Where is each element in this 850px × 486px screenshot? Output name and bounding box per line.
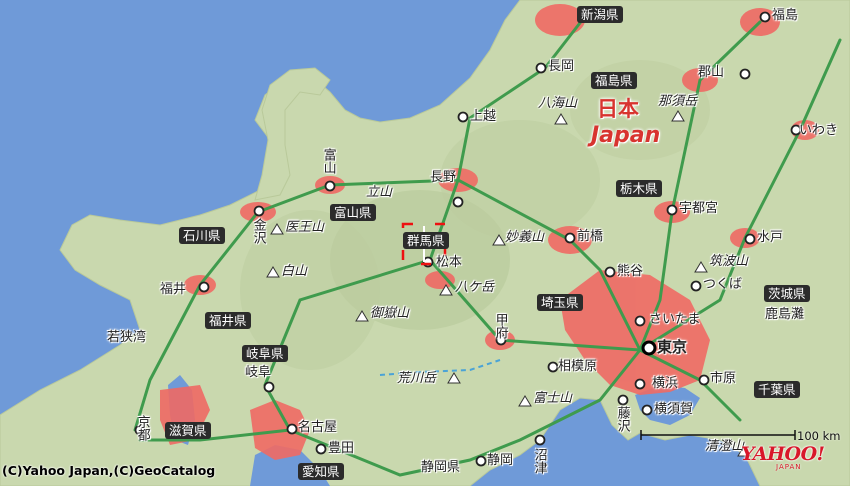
capital-marker (641, 340, 657, 356)
city-label: 豊田 (328, 441, 355, 456)
city-label: さいたま (649, 312, 701, 327)
prefecture-label: 埼玉県 (537, 294, 583, 312)
prefecture-label: 石川県 (179, 227, 225, 245)
city-label: 横浜 (652, 376, 679, 391)
city-label: 郡山 (698, 65, 725, 80)
city-label: 松本 (436, 255, 463, 270)
city-label: 上越 (470, 109, 497, 124)
city-label: つくば (703, 277, 743, 292)
city-label: 岐阜 (245, 365, 272, 380)
city-label: 福井 (160, 282, 187, 297)
peak-label: 医王山 (285, 220, 325, 235)
prefecture-label: 群馬県 (403, 232, 449, 250)
city-label: 相模原 (558, 359, 598, 374)
place-label: いわき (799, 123, 839, 138)
city-label: 甲府 (492, 313, 508, 339)
peak-label: 妙義山 (505, 230, 545, 245)
city-label: 横須賀 (654, 402, 694, 417)
peak-label: 御嶽山 (370, 306, 410, 321)
peak-label: 白山 (281, 264, 308, 279)
city-label: 金沢 (250, 218, 266, 244)
country-label-en: Japan (591, 123, 661, 148)
peak-label: 荒川岳 (397, 371, 437, 386)
city-label: 長野 (430, 170, 457, 185)
prefecture-label: 栃木県 (616, 180, 662, 198)
city-label: 名古屋 (298, 420, 338, 435)
city-label: 富山 (320, 148, 336, 174)
city-label: 長岡 (548, 59, 575, 74)
city-label: 京都 (134, 415, 150, 441)
city-label: 宇都宮 (679, 201, 719, 216)
peak-label: 清澄山 (705, 439, 745, 454)
peak-label: 那須岳 (658, 94, 698, 109)
city-label: 市原 (710, 371, 737, 386)
peak-label: 富士山 (533, 391, 573, 406)
prefecture-label: 千葉県 (754, 381, 800, 399)
yahoo-logo: YAHOO! (741, 443, 825, 465)
peak-label: 八ケ岳 (455, 280, 495, 295)
prefecture-label: 富山県 (330, 204, 376, 222)
peak-label: 八海山 (538, 96, 578, 111)
prefecture-label: 岐阜県 (242, 345, 288, 363)
yahoo-logo-sub: JAPAN (776, 463, 802, 471)
copyright-credit: (C)Yahoo Japan,(C)GeoCatalog (2, 463, 216, 478)
city-label: 静岡 (487, 453, 514, 468)
scale-label: 100 km (797, 429, 841, 443)
city-label: 水戸 (757, 230, 784, 245)
city-label: 熊谷 (617, 264, 644, 279)
prefecture-label: 愛知県 (298, 463, 344, 481)
city-label: 福島 (772, 8, 799, 23)
capital-label: 東京 (657, 338, 688, 356)
prefecture-label: 福井県 (205, 312, 251, 330)
peak-label: 筑波山 (709, 254, 749, 269)
place-label: 若狭湾 (107, 330, 147, 345)
prefecture-label: 静岡県 (421, 460, 461, 475)
country-label-ja: 日本 (597, 97, 639, 121)
city-label: 前橋 (577, 229, 604, 244)
prefecture-label: 茨城県 (764, 285, 810, 303)
peak-label: 立山 (366, 185, 393, 200)
prefecture-label: 滋賀県 (165, 422, 211, 440)
city-label: 鹿島灘 (765, 307, 805, 322)
city-label: 藤沢 (614, 406, 630, 432)
prefecture-label: 福島県 (591, 72, 637, 90)
city-label: 沼津 (531, 448, 547, 474)
prefecture-label: 新潟県 (577, 6, 623, 24)
